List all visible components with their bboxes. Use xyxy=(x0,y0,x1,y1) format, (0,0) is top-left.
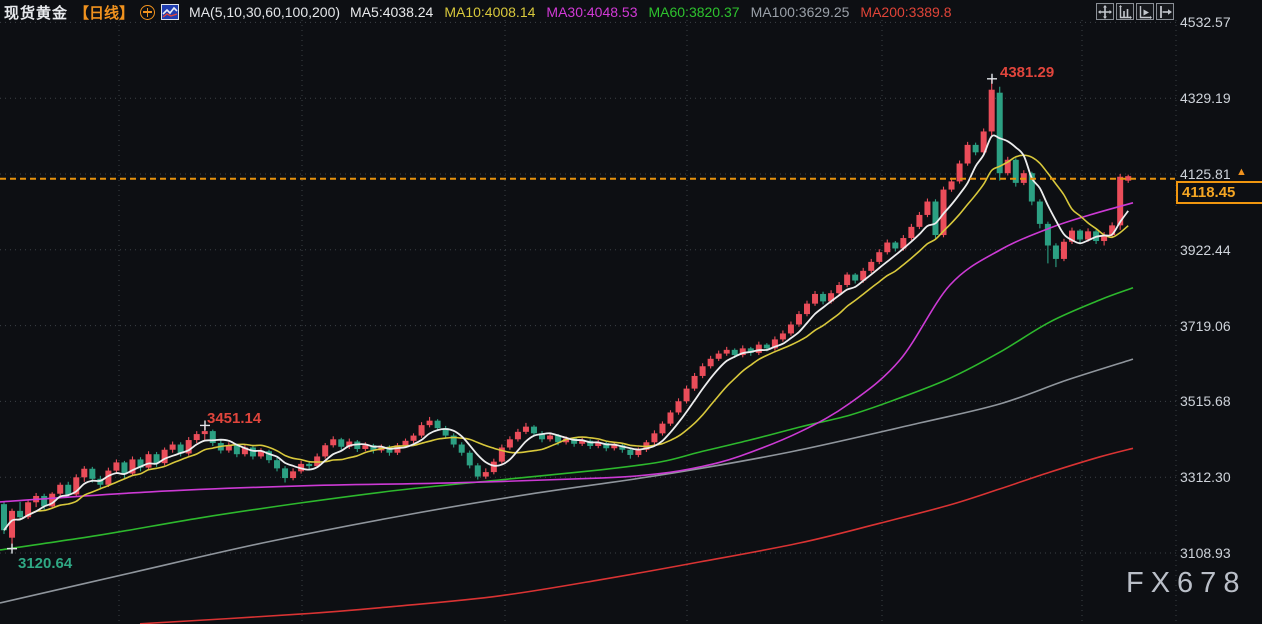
legend-ma-item: MA30:4048.53 xyxy=(546,4,637,20)
axis-price-label: 4125.81 xyxy=(1180,166,1260,182)
symbol-title: 现货黄金 xyxy=(4,2,68,23)
legend-ma-item: MA10:4008.14 xyxy=(444,4,535,20)
legend-ma-item: MA200:3389.8 xyxy=(860,4,951,20)
axis-price-label: 3922.44 xyxy=(1180,242,1260,258)
legend-ma-item: MA60:3820.37 xyxy=(648,4,739,20)
price-alert-arrow-icon: ▲ xyxy=(1236,166,1247,178)
ma-group-label: MA(5,10,30,60,100,200) xyxy=(189,4,340,20)
chart-app: 现货黄金 【日线】 MA(5,10,30,60,100,200) MA5:403… xyxy=(0,0,1262,624)
chart-toolbar xyxy=(1096,3,1174,20)
annotation-high: 4381.29 xyxy=(1000,64,1054,81)
axis-scale-icon[interactable] xyxy=(1116,3,1134,20)
axis-price-label: 4329.19 xyxy=(1180,90,1260,106)
add-indicator-icon[interactable] xyxy=(140,5,155,20)
chart-type-icon[interactable] xyxy=(161,4,179,20)
candlestick-chart[interactable] xyxy=(0,0,1262,624)
shift-right-icon[interactable] xyxy=(1156,3,1174,20)
legend-ma-item: MA5:4038.24 xyxy=(350,4,433,20)
annotation-mid-high: 3451.14 xyxy=(207,410,261,427)
axis-price-label: 3312.30 xyxy=(1180,469,1260,485)
last-price-badge: 4118.45 xyxy=(1176,181,1262,204)
annotation-low: 3120.64 xyxy=(18,555,72,572)
period-selector[interactable]: 【日线】 xyxy=(74,2,134,23)
chart-header: 现货黄金 【日线】 MA(5,10,30,60,100,200) MA5:403… xyxy=(0,0,1262,24)
axis-price-label: 3108.93 xyxy=(1180,545,1260,561)
axis-price-label: 3515.68 xyxy=(1180,393,1260,409)
axis-price-label: 3719.06 xyxy=(1180,318,1260,334)
axis-play-icon[interactable] xyxy=(1136,3,1154,20)
pan-icon[interactable] xyxy=(1096,3,1114,20)
ma-legend: MA5:4038.24 MA10:4008.14 MA30:4048.53 MA60:… xyxy=(350,4,951,20)
legend-ma-item: MA100:3629.25 xyxy=(751,4,850,20)
watermark: FX678 xyxy=(1126,567,1246,600)
